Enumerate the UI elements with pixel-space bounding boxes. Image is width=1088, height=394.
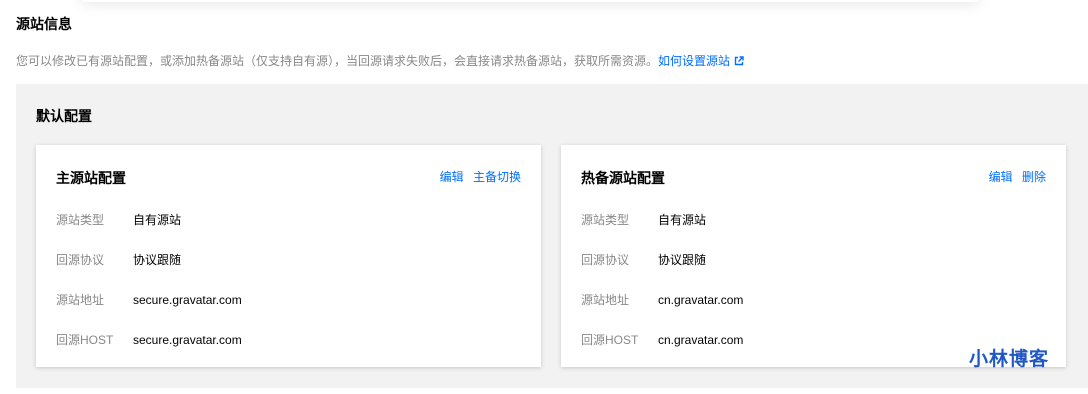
help-link-label: 如何设置源站 xyxy=(658,54,731,68)
row-value: 自有源站 xyxy=(658,213,707,227)
info-row: 源站类型 自有源站 xyxy=(581,211,706,228)
panel-title: 默认配置 xyxy=(36,108,92,124)
section-title: 源站信息 xyxy=(16,16,72,32)
row-value: cn.gravatar.com xyxy=(658,333,744,347)
card-actions: 编辑 主备切换 xyxy=(434,168,521,185)
row-value: secure.gravatar.com xyxy=(133,293,242,307)
row-label: 回源协议 xyxy=(56,253,105,267)
info-row: 回源HOST cn.gravatar.com xyxy=(581,331,743,348)
edit-button[interactable]: 编辑 xyxy=(989,170,1013,184)
section-description: 您可以修改已有源站配置，或添加热备源站（仅支持自有源），当回源请求失败后，会直接… xyxy=(16,52,744,69)
row-label: 源站类型 xyxy=(581,213,630,227)
row-value: 协议跟随 xyxy=(658,253,707,267)
row-value: 自有源站 xyxy=(133,213,182,227)
info-row: 回源HOST secure.gravatar.com xyxy=(56,331,242,348)
row-label: 源站地址 xyxy=(56,293,105,307)
row-value: 协议跟随 xyxy=(133,253,182,267)
info-row: 回源协议 协议跟随 xyxy=(56,251,181,268)
delete-button[interactable]: 删除 xyxy=(1022,170,1046,184)
switch-primary-backup-button[interactable]: 主备切换 xyxy=(473,170,521,184)
row-label: 源站地址 xyxy=(581,293,630,307)
info-row: 源站地址 cn.gravatar.com xyxy=(581,291,743,308)
watermark-logo: 小林博客 xyxy=(969,349,1050,370)
row-label: 回源协议 xyxy=(581,253,630,267)
external-link-icon xyxy=(734,56,744,66)
row-label: 回源HOST xyxy=(56,333,114,347)
row-label: 回源HOST xyxy=(581,333,639,347)
row-value: secure.gravatar.com xyxy=(133,333,242,347)
edit-button[interactable]: 编辑 xyxy=(440,170,464,184)
info-row: 回源协议 协议跟随 xyxy=(581,251,706,268)
card-title: 热备源站配置 xyxy=(581,170,665,186)
card-title: 主源站配置 xyxy=(56,170,126,186)
row-value: cn.gravatar.com xyxy=(658,293,744,307)
primary-origin-card: 主源站配置 编辑 主备切换 源站类型 自有源站 回源协议 协议跟随 源站地址 secu… xyxy=(36,145,541,367)
top-card-shadow xyxy=(80,0,980,2)
help-link[interactable]: 如何设置源站 xyxy=(658,54,744,68)
default-config-panel: 默认配置 主源站配置 编辑 主备切换 源站类型 自有源站 回源协议 协议跟随 源站地… xyxy=(16,84,1088,388)
info-row: 源站地址 secure.gravatar.com xyxy=(56,291,242,308)
card-actions: 编辑 删除 xyxy=(983,168,1046,185)
info-row: 源站类型 自有源站 xyxy=(56,211,181,228)
description-text: 您可以修改已有源站配置，或添加热备源站（仅支持自有源），当回源请求失败后，会直接… xyxy=(16,54,659,68)
row-label: 源站类型 xyxy=(56,213,105,227)
backup-origin-card: 热备源站配置 编辑 删除 源站类型 自有源站 回源协议 协议跟随 源站地址 cn.gr… xyxy=(561,145,1066,367)
